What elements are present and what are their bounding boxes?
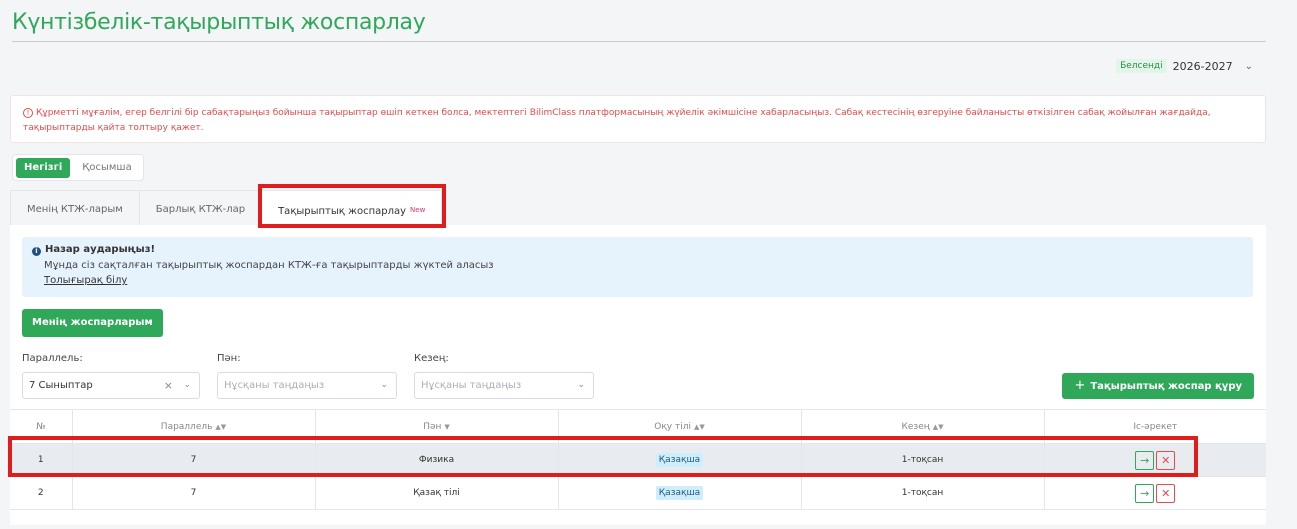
- year-value: 2026-2027: [1172, 59, 1233, 73]
- info-title: Назар аударыңыз!: [45, 244, 156, 255]
- status-badge: Белсенді: [1116, 59, 1167, 73]
- clear-icon[interactable]: ×: [164, 373, 173, 398]
- create-plan-button[interactable]: + Тақырыптық жоспар құру: [1062, 373, 1254, 399]
- parallel-value: 7 Сыныптар: [29, 380, 93, 391]
- info-text: Мұнда сіз сақталған тақырыптық жоспардан…: [44, 260, 494, 271]
- warning-alert: ! Құрметті мұғалім, егер белгілі бір саба…: [10, 95, 1266, 143]
- chevron-down-icon: ⌄: [183, 380, 191, 390]
- col-parallel-label: Параллель: [160, 421, 213, 432]
- close-icon[interactable]: ✕: [1156, 483, 1176, 503]
- chevron-down-icon: ⌄: [1244, 60, 1253, 72]
- cell-num: 2: [10, 476, 73, 510]
- subject-label: Пән:: [217, 353, 241, 364]
- info-alert: i Назар аударыңыз! Мұнда сіз сақталған та…: [22, 237, 1253, 297]
- segment-additional[interactable]: Қосымша: [74, 158, 139, 178]
- chevron-down-icon: ⌄: [577, 380, 585, 390]
- cell-actions: → ✕: [1044, 476, 1266, 510]
- sort-icon: ▲▼: [693, 422, 705, 431]
- arrow-right-icon[interactable]: →: [1135, 483, 1155, 503]
- period-label: Кезең:: [414, 353, 449, 364]
- title-divider: [12, 41, 1266, 42]
- year-selector[interactable]: Белсенді 2026-2027 ⌄: [1116, 59, 1253, 73]
- lang-badge: Қазақша: [655, 486, 704, 500]
- chevron-down-icon: ⌄: [380, 380, 388, 390]
- tab-all-ktzh[interactable]: Барлық КТЖ-лар: [139, 190, 263, 226]
- period-select[interactable]: Нұсқаны таңдаңыз ⌄: [414, 372, 594, 399]
- parallel-select[interactable]: 7 Сыныптар × ⌄: [22, 372, 200, 399]
- period-placeholder: Нұсқаны таңдаңыз: [421, 380, 522, 391]
- warning-text: Құрметті мұғалім, егер белгілі бір сабақ…: [23, 108, 1211, 133]
- cell-lang: Қазақша: [558, 476, 802, 510]
- parallel-label: Параллель:: [22, 353, 83, 364]
- tab-label: Менің КТЖ-ларым: [27, 204, 123, 215]
- subject-placeholder: Нұсқаны таңдаңыз: [224, 380, 325, 391]
- warning-icon: !: [23, 108, 33, 118]
- col-subject-label: Пән: [423, 421, 442, 432]
- sort-icon: ▲▼: [215, 422, 227, 431]
- col-period-label: Кезең: [901, 421, 930, 432]
- learn-more-link[interactable]: Толығырақ білу: [44, 275, 127, 286]
- cell-subject: Қазақ тілі: [315, 476, 559, 510]
- cell-parallel: 7: [72, 476, 316, 510]
- plus-icon: +: [1074, 378, 1086, 393]
- tab-my-ktzh[interactable]: Менің КТЖ-ларым: [10, 190, 140, 226]
- page-title: Күнтізбелік-тақырыптық жоспарлау: [12, 10, 426, 35]
- segment-main[interactable]: Негізгі: [16, 157, 71, 178]
- segment-switch: Негізгі Қосымша: [12, 154, 144, 181]
- create-plan-label: Тақырыптық жоспар құру: [1090, 381, 1242, 392]
- table-row[interactable]: 2 7 Қазақ тілі Қазақша 1-тоқсан → ✕: [10, 476, 1266, 510]
- info-icon: i: [32, 247, 41, 256]
- main-panel: i Назар аударыңыз! Мұнда сіз сақталған та…: [10, 225, 1266, 525]
- my-plans-button[interactable]: Менің жоспарларым: [22, 309, 163, 337]
- sort-desc-icon: ▼: [444, 422, 450, 431]
- tab-label: Барлық КТЖ-лар: [155, 204, 246, 215]
- sort-icon: ▲▼: [932, 422, 944, 431]
- subject-select[interactable]: Нұсқаны таңдаңыз ⌄: [217, 372, 397, 399]
- highlight-box-row: [8, 436, 1198, 477]
- highlight-box-tab: [258, 184, 446, 228]
- cell-period: 1-тоқсан: [801, 476, 1045, 510]
- col-lang-label: Оқу тілі: [654, 421, 691, 432]
